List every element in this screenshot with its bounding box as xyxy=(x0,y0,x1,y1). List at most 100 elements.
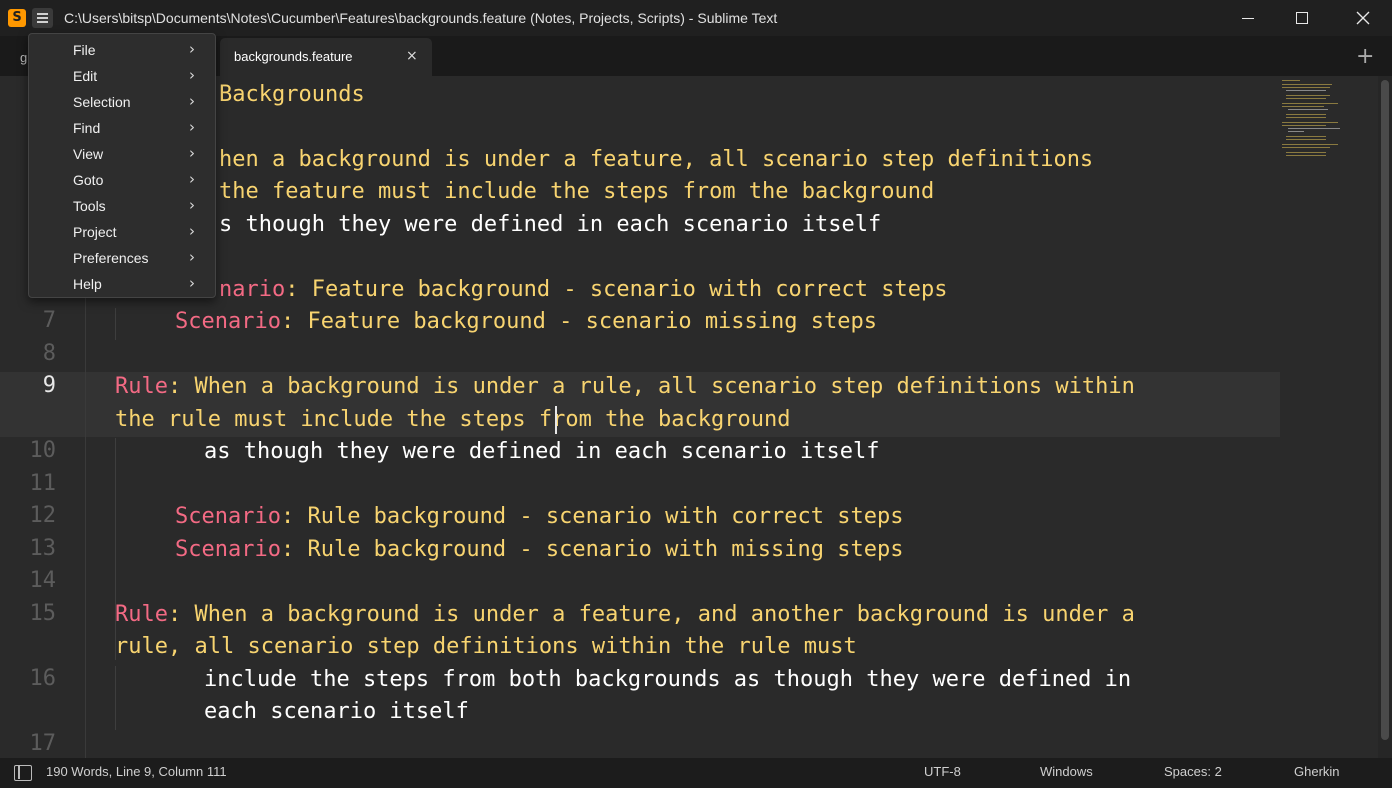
menu-item-label: Tools xyxy=(73,198,106,214)
minimap-line xyxy=(1288,131,1304,132)
status-position: 190 Words, Line 9, Column 111 xyxy=(46,764,227,779)
line-number-current: 9 xyxy=(42,373,56,398)
menu-item-label: Edit xyxy=(73,68,98,84)
chevron-right-icon: › xyxy=(189,274,195,292)
minimap-line xyxy=(1282,103,1338,104)
chevron-right-icon: › xyxy=(189,92,195,110)
code-line-scenario: nario: Feature background - scenario wit… xyxy=(219,277,948,302)
minimap-line xyxy=(1286,152,1326,153)
menu-item-label: Selection xyxy=(73,94,131,110)
menu-item-help[interactable]: Help › xyxy=(29,271,215,297)
menu-item-label: File xyxy=(73,42,96,58)
menu-item-label: Preferences xyxy=(73,250,149,266)
code-line: the feature must include the steps from … xyxy=(219,179,935,204)
minimize-button[interactable] xyxy=(1218,0,1276,36)
tab-close-icon[interactable]: × xyxy=(406,48,418,64)
line-number: 17 xyxy=(29,731,57,756)
status-indentation[interactable]: Spaces: 2 xyxy=(1164,764,1222,779)
minimize-icon xyxy=(1242,18,1254,19)
menu-item-label: Goto xyxy=(73,172,104,188)
chevron-right-icon: › xyxy=(189,118,195,136)
keyword: Rule xyxy=(115,602,168,627)
hamburger-icon-line xyxy=(37,13,48,15)
minimap-line xyxy=(1286,136,1326,137)
menu-item-file[interactable]: File › xyxy=(29,37,215,63)
minimap-line xyxy=(1286,139,1326,140)
status-encoding[interactable]: UTF-8 xyxy=(924,764,961,779)
status-bar: 190 Words, Line 9, Column 111 UTF-8 Wind… xyxy=(0,758,1392,788)
menu-item-goto[interactable]: Goto › xyxy=(29,167,215,193)
line-number: 16 xyxy=(29,666,57,691)
code-line-scenario: Scenario: Feature background - scenario … xyxy=(175,309,877,334)
line-number: 11 xyxy=(29,471,57,496)
status-line-endings[interactable]: Windows xyxy=(1040,764,1093,779)
hamburger-menu-button[interactable] xyxy=(32,8,53,28)
minimap[interactable] xyxy=(1280,76,1376,758)
menu-item-label: Help xyxy=(73,276,102,292)
scenario-title: : Rule background - scenario with correc… xyxy=(280,504,904,529)
scrollbar-thumb[interactable] xyxy=(1381,80,1389,740)
code-line-wrap: each scenario itself xyxy=(204,699,469,724)
code-line-rule-wrap: rule, all scenario step definitions with… xyxy=(115,634,857,659)
code-line-rule-wrap: the rule must include the steps from the… xyxy=(115,407,791,432)
menu-item-edit[interactable]: Edit › xyxy=(29,63,215,89)
chevron-right-icon: › xyxy=(189,40,195,58)
window-title: C:\Users\bitsp\Documents\Notes\Cucumber\… xyxy=(64,10,778,26)
line-number: 12 xyxy=(29,503,57,528)
menu-item-label: Project xyxy=(73,224,117,240)
code-line-scenario: Scenario: Rule background - scenario wit… xyxy=(175,537,904,562)
tab-backgrounds-feature[interactable]: backgrounds.feature × xyxy=(220,38,432,76)
chevron-right-icon: › xyxy=(189,196,195,214)
line-number: 8 xyxy=(42,341,56,366)
minimap-line xyxy=(1282,144,1338,145)
menu-item-tools[interactable]: Tools › xyxy=(29,193,215,219)
minimap-line xyxy=(1282,87,1330,88)
line-number: 7 xyxy=(42,308,56,333)
menu-item-project[interactable]: Project › xyxy=(29,219,215,245)
close-icon xyxy=(1356,11,1370,25)
minimap-line xyxy=(1282,106,1324,107)
menu-item-label: View xyxy=(73,146,104,162)
chevron-right-icon: › xyxy=(189,248,195,266)
minimap-line xyxy=(1282,84,1332,85)
keyword: Scenario xyxy=(175,537,281,562)
minimap-line xyxy=(1286,114,1326,115)
title-bar: S C:\Users\bitsp\Documents\Notes\Cucumbe… xyxy=(0,0,1392,36)
vertical-scrollbar[interactable] xyxy=(1378,76,1392,758)
keyword: Rule xyxy=(115,374,168,399)
minimap-line xyxy=(1286,98,1326,99)
indent-guide xyxy=(115,666,116,730)
minimap-line xyxy=(1282,80,1300,81)
tab-label: backgrounds.feature xyxy=(234,49,353,64)
scenario-title: : Feature background - scenario missing … xyxy=(280,309,877,334)
keyword: nario xyxy=(219,277,286,302)
line-number: 14 xyxy=(29,568,57,593)
menu-item-find[interactable]: Find › xyxy=(29,115,215,141)
minimap-line xyxy=(1288,128,1340,129)
chevron-right-icon: › xyxy=(189,144,195,162)
menu-item-view[interactable]: View › xyxy=(29,141,215,167)
sidebar-toggle-icon[interactable] xyxy=(14,765,32,781)
minimap-line xyxy=(1286,95,1330,96)
minimap-line xyxy=(1286,90,1326,91)
code-line: s though they were defined in each scena… xyxy=(219,212,882,237)
chevron-right-icon: › xyxy=(189,170,195,188)
menu-item-selection[interactable]: Selection › xyxy=(29,89,215,115)
scenario-title: : Rule background - scenario with missin… xyxy=(280,537,904,562)
close-window-button[interactable] xyxy=(1334,0,1392,36)
minimap-line xyxy=(1286,117,1326,118)
menu-item-preferences[interactable]: Preferences › xyxy=(29,245,215,271)
minimap-line xyxy=(1282,147,1330,148)
maximize-icon xyxy=(1296,12,1308,24)
new-tab-button[interactable]: + xyxy=(1356,44,1374,69)
maximize-button[interactable] xyxy=(1274,0,1332,36)
status-syntax[interactable]: Gherkin xyxy=(1294,764,1340,779)
line-number: 15 xyxy=(29,601,57,626)
keyword: Scenario xyxy=(175,309,281,334)
minimap-line xyxy=(1288,109,1328,110)
text-cursor xyxy=(555,406,557,434)
code-line: include the steps from both backgrounds … xyxy=(204,667,1132,692)
line-number: 13 xyxy=(29,536,57,561)
code-line-rule: Rule: When a background is under a featu… xyxy=(115,602,1135,627)
indent-guide xyxy=(115,308,116,340)
